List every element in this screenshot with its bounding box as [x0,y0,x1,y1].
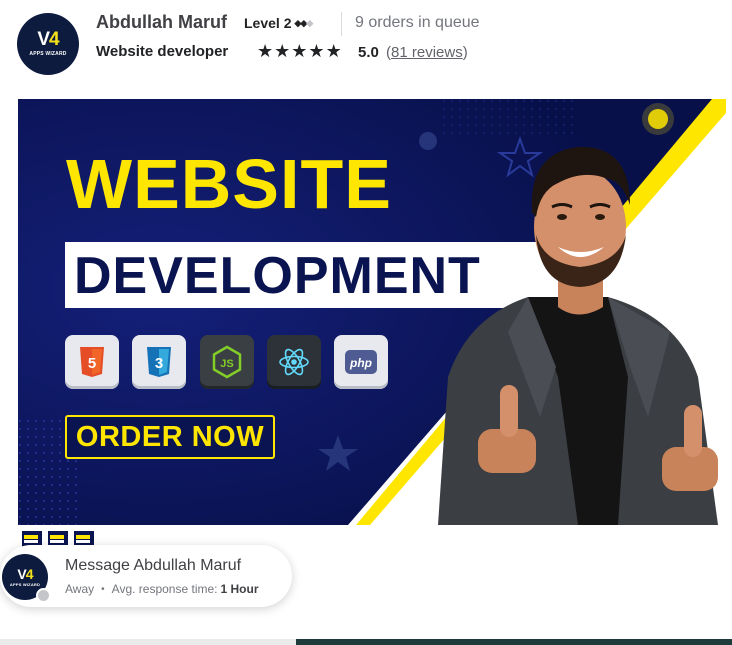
next-section-edge [0,639,732,645]
star-icon: ★ [291,41,308,61]
level-diamonds-icon: ◆◆◆ [294,17,313,28]
seller-title: Website developer [96,43,229,60]
html5-icon: 5 [65,335,119,389]
away-status-icon [36,588,51,603]
seller-status: Away [65,582,95,596]
separator: • [101,583,105,595]
rating-stars: ★ ★ ★ ★ ★ [257,40,343,62]
php-icon: php [334,335,388,389]
header-divider [341,12,342,36]
star-icon: ★ [257,41,274,61]
svg-text:3: 3 [155,355,163,372]
order-now-button: ORDER NOW [65,415,275,459]
star-icon: ★ [274,41,291,61]
rating-score: 5.0 [358,44,379,61]
css3-icon: 3 [132,335,186,389]
message-seller-button[interactable]: V4 APPS WIZARD [0,545,292,607]
apps-wizard-logo-mark: V4 [37,29,59,50]
react-icon [267,335,321,389]
star-icon: ★ [308,41,325,61]
response-time-value: 1 Hour [220,582,259,596]
star-icon: ★ [325,41,342,61]
svg-text:php: php [349,356,372,370]
seller-avatar[interactable]: V4 APPS WIZARD [17,13,79,75]
apps-wizard-logo-text: APPS WIZARD [29,51,67,57]
seller-level-label: Level 2 [244,15,292,31]
nodejs-icon: JS [200,335,254,389]
seller-name[interactable]: Abdullah Maruf [96,12,227,33]
orders-in-queue: 9 orders in queue [355,14,480,31]
apps-wizard-logo-text: APPS WIZARD [9,581,41,587]
banner-title: WEBSITE [66,145,392,223]
gig-banner-image[interactable]: WEBSITE DEVELOPMENT 5 3 JS php ORDER NOW [18,99,726,525]
reviews-link[interactable]: 81 reviews [391,44,463,61]
reviews-count: (81 reviews) [386,44,468,61]
apps-wizard-logo-mark: V4 [17,565,33,582]
response-time-label: Avg. response time: [111,582,218,596]
message-seller-title[interactable]: Message Abdullah Maruf [65,557,241,575]
seller-level: Level 2 ◆◆◆ [244,15,313,31]
developer-photo [438,146,718,525]
svg-text:5: 5 [88,355,96,372]
seller-availability: Away • Avg. response time: 1 Hour [65,582,259,596]
svg-text:JS: JS [220,358,233,370]
